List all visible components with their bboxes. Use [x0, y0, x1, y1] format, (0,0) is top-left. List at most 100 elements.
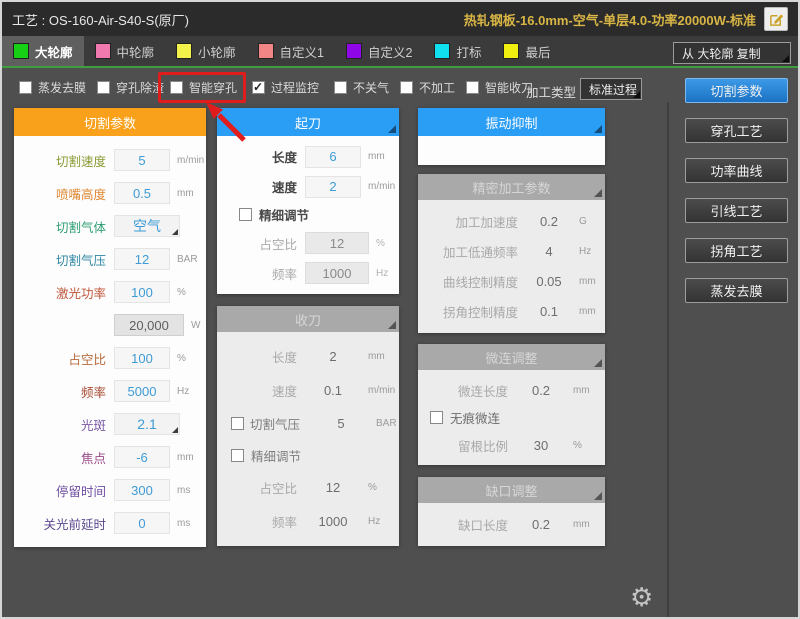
param-unit: BAR	[376, 418, 397, 429]
tab-mid-contour[interactable]: 中轮廓	[84, 36, 166, 66]
panel-header[interactable]: 起刀	[217, 108, 399, 136]
checkbox-gas-on[interactable]: 不关气	[334, 79, 389, 96]
checkbox-smart-leadout[interactable]: 智能收刀	[466, 79, 533, 96]
param-unit: ms	[177, 518, 190, 529]
checkbox-icon	[430, 411, 443, 424]
cut-speed-input[interactable]: 5	[114, 149, 170, 171]
leadout-duty-row: 占空比 12 %	[217, 477, 399, 499]
leadout-length-row: 长度 2 mm	[217, 346, 399, 368]
leadin-fine-tune-checkbox[interactable]: 精细调节	[217, 205, 399, 224]
param-label: 速度	[217, 381, 297, 400]
dropdown-corner-icon	[633, 91, 640, 98]
param-label: 关光前延时	[14, 514, 106, 533]
checkbox-smart-pierce[interactable]: 智能穿孔	[170, 79, 237, 96]
panel-title: 起刀	[295, 113, 321, 132]
param-label: 停留时间	[14, 481, 106, 500]
param-row-cut-speed: 切割速度 5 m/min	[14, 149, 206, 171]
checkbox-label: 蒸发去膜	[38, 79, 86, 96]
sidebar-button-leadline-process[interactable]: 引线工艺	[685, 198, 788, 223]
checkbox-icon	[252, 81, 265, 94]
notch-length-row: 缺口长度 0.2 mm	[418, 514, 605, 536]
checkbox-icon	[239, 208, 252, 221]
panel-corner-icon	[594, 125, 602, 133]
frequency-input[interactable]: 5000	[114, 380, 170, 402]
leadin-frequency-input: 1000	[305, 262, 369, 284]
leadout-duty-value: 12	[305, 477, 361, 499]
edit-recipe-button[interactable]	[764, 7, 788, 31]
tab-big-contour[interactable]: 大轮廓	[2, 36, 84, 66]
tab-small-contour[interactable]: 小轮廓	[165, 36, 247, 66]
checkbox-label: 过程监控	[271, 79, 319, 96]
microjoint-seamless-checkbox[interactable]: 无痕微连	[418, 408, 605, 427]
microjoint-panel: 微连调整 微连长度 0.2 mm 无痕微连 留根比例 30 %	[418, 344, 605, 465]
param-unit: %	[177, 287, 186, 298]
param-label: 加工低通频率	[418, 242, 518, 261]
panel-title: 缺口调整	[485, 481, 537, 500]
leadin-length-input[interactable]: 6	[305, 146, 361, 168]
sidebar-button-pierce-process[interactable]: 穿孔工艺	[685, 118, 788, 143]
sidebar-button-cutting-params[interactable]: 切割参数	[685, 78, 788, 103]
duty-cycle-input[interactable]: 100	[114, 347, 170, 369]
laser-power-input[interactable]: 100	[114, 281, 170, 303]
panel-header[interactable]: 微连调整	[418, 344, 605, 370]
panel-corner-icon	[594, 359, 602, 367]
tab-custom1[interactable]: 自定义1	[247, 36, 335, 66]
tab-last[interactable]: 最后	[492, 36, 561, 66]
tab-label: 最后	[525, 42, 550, 61]
param-label: 拐角控制精度	[418, 302, 518, 321]
tab-custom2[interactable]: 自定义2	[335, 36, 423, 66]
notch-panel: 缺口调整 缺口长度 0.2 mm	[418, 477, 605, 546]
nozzle-height-input[interactable]: 0.5	[114, 182, 170, 204]
laser-off-delay-input[interactable]: 0	[114, 512, 170, 534]
param-label: 光斑	[14, 415, 106, 434]
tab-color-swatch	[13, 43, 29, 59]
checkbox-no-process[interactable]: 不加工	[400, 79, 455, 96]
sidebar-button-corner-process[interactable]: 拐角工艺	[685, 238, 788, 263]
leadout-gas-checkbox[interactable]: 切割气压	[217, 414, 305, 433]
sidebar-button-power-curve[interactable]: 功率曲线	[685, 158, 788, 183]
param-unit: mm	[573, 519, 590, 530]
leadout-fine-tune-checkbox[interactable]: 精细调节	[217, 446, 399, 465]
param-label: 曲线控制精度	[418, 272, 518, 291]
param-unit: mm	[579, 276, 596, 287]
panel-header[interactable]: 缺口调整	[418, 477, 605, 503]
precision-curve-row: 曲线控制精度 0.05 mm	[418, 271, 605, 293]
cut-gas-dropdown[interactable]: 空气	[114, 215, 180, 237]
tab-label: 自定义2	[368, 42, 412, 61]
button-label: 切割参数	[710, 81, 762, 100]
panel-corner-icon	[594, 189, 602, 197]
checkbox-pierce-slag[interactable]: 穿孔除渣	[97, 79, 164, 96]
param-unit: m/min	[368, 181, 395, 192]
leadout-frequency-value: 1000	[305, 510, 361, 532]
param-label: 占空比	[217, 234, 297, 253]
copy-from-dropdown[interactable]: 从 大轮廓 复制	[673, 42, 791, 64]
focus-input[interactable]: -6	[114, 446, 170, 468]
process-type-dropdown[interactable]: 标准过程	[580, 78, 642, 100]
checkbox-evaporate-film[interactable]: 蒸发去膜	[19, 79, 86, 96]
tab-label: 大轮廓	[35, 42, 73, 61]
spot-size-dropdown[interactable]: 2.1	[114, 413, 180, 435]
checkbox-process-monitor[interactable]: 过程监控	[252, 79, 319, 96]
checkbox-icon	[19, 81, 32, 94]
panel-header: 切割参数	[14, 108, 206, 136]
panel-header[interactable]: 精密加工参数	[418, 174, 605, 200]
param-unit: ms	[177, 485, 190, 496]
checkbox-icon	[231, 449, 244, 462]
param-unit: W	[191, 320, 200, 331]
gas-pressure-input[interactable]: 12	[114, 248, 170, 270]
panel-header[interactable]: 收刀	[217, 306, 399, 332]
param-label: 切割气体	[14, 217, 106, 236]
panel-header[interactable]: 振动抑制	[418, 108, 605, 136]
tab-marking[interactable]: 打标	[423, 36, 492, 66]
button-label: 蒸发去膜	[710, 281, 762, 300]
leadout-gas-pressure-row: 切割气压 5 BAR	[217, 413, 399, 435]
cut-gas-value: 空气	[133, 216, 161, 236]
dwell-time-input[interactable]: 300	[114, 479, 170, 501]
vibration-panel: 振动抑制	[418, 108, 605, 165]
param-label: 频率	[217, 264, 297, 283]
leadin-length-row: 长度 6 mm	[217, 146, 399, 168]
sidebar-button-evaporate-film[interactable]: 蒸发去膜	[685, 278, 788, 303]
checkbox-label: 不关气	[353, 79, 389, 96]
settings-gear-icon[interactable]: ⚙	[630, 584, 653, 610]
leadin-speed-input[interactable]: 2	[305, 176, 361, 198]
